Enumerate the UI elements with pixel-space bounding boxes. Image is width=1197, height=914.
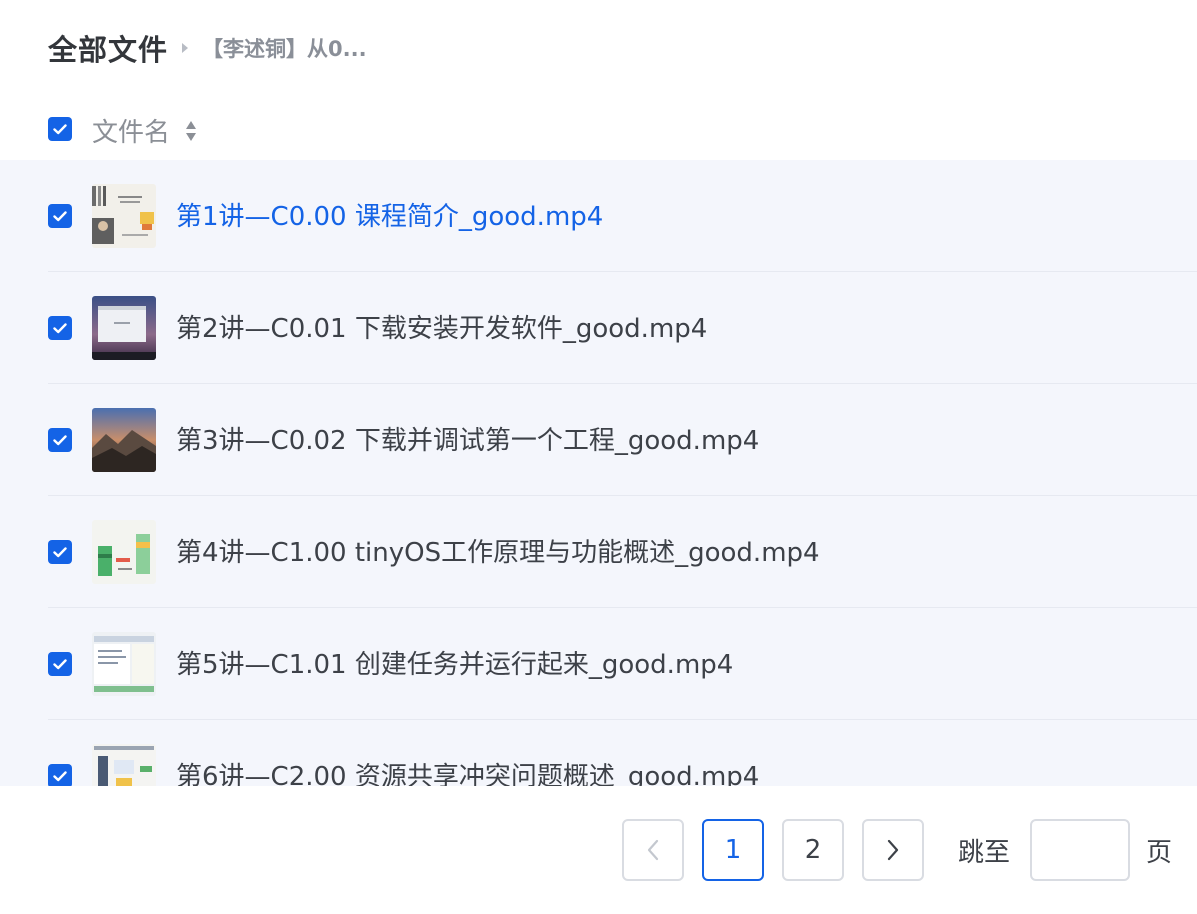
sort-icon[interactable] — [185, 120, 197, 142]
prev-page-button[interactable] — [622, 819, 684, 881]
file-name[interactable]: 第1讲—C0.00 课程简介_good.mp4 — [176, 196, 603, 233]
file-list-header: 文件名 — [0, 104, 1197, 156]
file-name[interactable]: 第2讲—C0.01 下载安装开发软件_good.mp4 — [176, 308, 707, 345]
file-checkbox[interactable] — [48, 652, 72, 676]
select-all-checkbox[interactable] — [48, 117, 72, 141]
page-suffix-label: 页 — [1146, 838, 1173, 868]
file-checkbox[interactable] — [48, 764, 72, 786]
file-name[interactable]: 第6讲—C2.00 资源共享冲突问题概述_good.mp4 — [176, 756, 759, 786]
file-checkbox[interactable] — [48, 316, 72, 340]
checkmark-icon — [53, 770, 67, 781]
chevron-right-icon — [887, 839, 899, 861]
file-row[interactable]: 第2讲—C0.01 下载安装开发软件_good.mp4 — [0, 272, 1197, 384]
page-button-2[interactable]: 2 — [782, 819, 844, 881]
column-header-filename[interactable]: 文件名 — [92, 112, 170, 149]
file-name[interactable]: 第3讲—C0.02 下载并调试第一个工程_good.mp4 — [176, 420, 759, 457]
checkmark-icon — [53, 658, 67, 669]
next-page-button[interactable] — [862, 819, 924, 881]
video-thumbnail[interactable] — [92, 632, 156, 696]
jump-to-label: 跳至 — [958, 838, 1011, 868]
pagination-bar: 1 2 跳至 页 — [0, 786, 1197, 914]
file-checkbox[interactable] — [48, 428, 72, 452]
file-row[interactable]: 第4讲—C1.00 tinyOS工作原理与功能概述_good.mp4 — [0, 496, 1197, 608]
checkmark-icon — [53, 546, 67, 557]
checkmark-icon — [53, 210, 67, 221]
video-thumbnail[interactable] — [92, 520, 156, 584]
video-thumbnail[interactable] — [92, 296, 156, 360]
file-list: 第1讲—C0.00 课程简介_good.mp4 第2讲—C0.01 下载安装开发… — [0, 160, 1197, 786]
breadcrumb-separator-icon — [182, 43, 189, 53]
video-thumbnail[interactable] — [92, 744, 156, 786]
file-row[interactable]: 第5讲—C1.01 创建任务并运行起来_good.mp4 — [0, 608, 1197, 720]
breadcrumb: 全部文件 【李述铜】从0... — [48, 28, 367, 68]
video-thumbnail[interactable] — [92, 408, 156, 472]
file-row[interactable]: 第6讲—C2.00 资源共享冲突问题概述_good.mp4 — [0, 720, 1197, 786]
chevron-left-icon — [647, 839, 659, 861]
checkmark-icon — [53, 123, 67, 134]
breadcrumb-current-folder[interactable]: 【李述铜】从0... — [202, 33, 367, 63]
jump-page-input[interactable] — [1030, 819, 1130, 881]
file-name[interactable]: 第4讲—C1.00 tinyOS工作原理与功能概述_good.mp4 — [176, 532, 820, 569]
file-row[interactable]: 第3讲—C0.02 下载并调试第一个工程_good.mp4 — [0, 384, 1197, 496]
file-name[interactable]: 第5讲—C1.01 创建任务并运行起来_good.mp4 — [176, 644, 733, 681]
checkmark-icon — [53, 322, 67, 333]
video-thumbnail[interactable] — [92, 184, 156, 248]
page-button-1[interactable]: 1 — [702, 819, 764, 881]
file-checkbox[interactable] — [48, 540, 72, 564]
checkmark-icon — [53, 434, 67, 445]
file-row[interactable]: 第1讲—C0.00 课程简介_good.mp4 — [0, 160, 1197, 272]
breadcrumb-root[interactable]: 全部文件 — [48, 27, 168, 69]
file-checkbox[interactable] — [48, 204, 72, 228]
